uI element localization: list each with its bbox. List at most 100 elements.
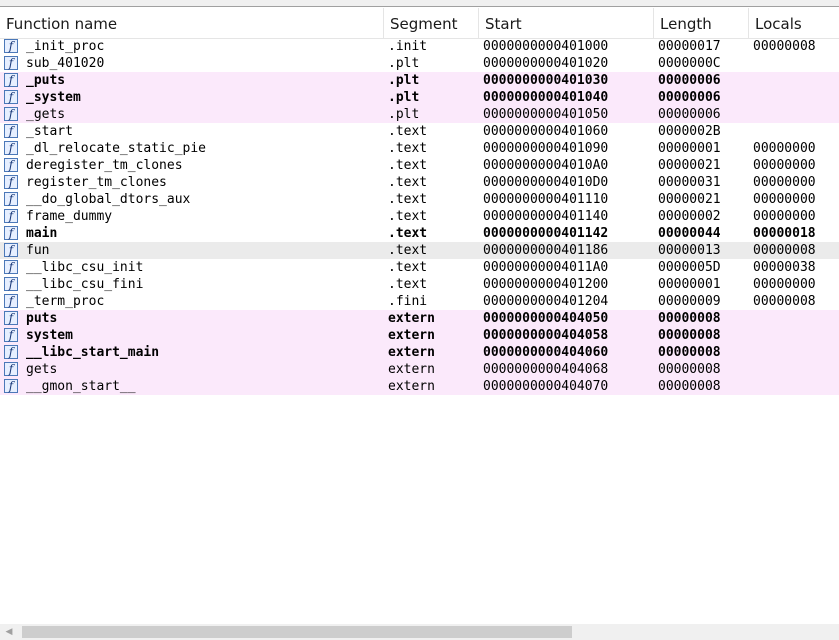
function-name-cell: _start: [26, 124, 73, 139]
table-row[interactable]: f _init_proc .init 0000000000401000 00000017…: [0, 38, 839, 55]
function-icon: f: [4, 39, 18, 53]
segment-cell: extern: [388, 362, 435, 377]
function-name-cell: _system: [26, 90, 81, 105]
segment-cell: .text: [388, 226, 428, 241]
table-row[interactable]: f _start .text 0000000000401060 0000002B: [0, 123, 839, 140]
start-address-cell: 0000000000401030: [483, 73, 609, 88]
segment-cell: .text: [388, 243, 428, 258]
start-address-cell: 0000000000401140: [483, 209, 609, 224]
table-row[interactable]: f __do_global_dtors_aux .text 0000000000401…: [0, 191, 839, 208]
function-icon: f: [4, 90, 18, 104]
length-cell: 00000044: [658, 226, 721, 241]
start-address-cell: 0000000000401050: [483, 107, 609, 122]
table-row[interactable]: f system extern 0000000000404058 00000008: [0, 327, 839, 344]
column-header-locals[interactable]: Locals: [749, 8, 839, 38]
start-address-cell: 0000000000404068: [483, 362, 609, 377]
locals-cell: 00000000: [753, 209, 816, 224]
function-icon: f: [4, 226, 18, 240]
length-cell: 00000008: [658, 362, 721, 377]
table-row[interactable]: f deregister_tm_clones .text 00000000004010…: [0, 157, 839, 174]
function-icon: f: [4, 345, 18, 359]
window-top-border: [0, 0, 839, 7]
segment-cell: .text: [388, 124, 428, 139]
locals-cell: 00000000: [753, 277, 816, 292]
function-icon: f: [4, 73, 18, 87]
function-icon: f: [4, 158, 18, 172]
segment-cell: .fini: [388, 294, 428, 309]
segment-cell: .text: [388, 192, 428, 207]
function-name-cell: _gets: [26, 107, 66, 122]
start-address-cell: 00000000004010D0: [483, 175, 609, 190]
length-cell: 00000017: [658, 39, 721, 54]
start-address-cell: 0000000000401110: [483, 192, 609, 207]
table-row[interactable]: f __gmon_start__ extern 0000000000404070 000…: [0, 378, 839, 395]
table-row[interactable]: f fun .text 0000000000401186 00000013 0000000…: [0, 242, 839, 259]
length-cell: 0000000C: [658, 56, 721, 71]
table-row[interactable]: f _term_proc .fini 0000000000401204 00000009…: [0, 293, 839, 310]
scroll-left-arrow-icon[interactable]: ◀: [0, 624, 18, 640]
table-row[interactable]: f _gets .plt 0000000000401050 00000006: [0, 106, 839, 123]
function-name-cell: __gmon_start__: [26, 379, 136, 394]
length-cell: 00000002: [658, 209, 721, 224]
table-row[interactable]: f sub_401020 .plt 0000000000401020 0000000C: [0, 55, 839, 72]
table-row[interactable]: f gets extern 0000000000404068 00000008: [0, 361, 839, 378]
column-header-segment[interactable]: Segment: [384, 8, 479, 38]
length-cell: 00000021: [658, 158, 721, 173]
length-cell: 00000008: [658, 379, 721, 394]
start-address-cell: 0000000000401040: [483, 90, 609, 105]
start-address-cell: 00000000004011A0: [483, 260, 609, 275]
segment-cell: .plt: [388, 90, 420, 105]
horizontal-scrollbar[interactable]: ◀: [0, 624, 839, 640]
function-name-cell: _puts: [26, 73, 66, 88]
length-cell: 0000002B: [658, 124, 721, 139]
function-name-cell: __do_global_dtors_aux: [26, 192, 191, 207]
function-name-cell: sub_401020: [26, 56, 105, 71]
segment-cell: .init: [388, 39, 428, 54]
start-address-cell: 0000000000401142: [483, 226, 609, 241]
length-cell: 00000013: [658, 243, 721, 258]
table-row[interactable]: f puts extern 0000000000404050 00000008: [0, 310, 839, 327]
function-icon: f: [4, 141, 18, 155]
function-name-cell: system: [26, 328, 73, 343]
table-row[interactable]: f __libc_start_main extern 0000000000404060…: [0, 344, 839, 361]
function-icon: f: [4, 311, 18, 325]
column-header-function-name[interactable]: Function name: [0, 8, 384, 38]
table-row[interactable]: f _puts .plt 0000000000401030 00000006: [0, 72, 839, 89]
function-name-cell: main: [26, 226, 58, 241]
table-row[interactable]: f _system .plt 0000000000401040 00000006: [0, 89, 839, 106]
segment-cell: .text: [388, 158, 428, 173]
length-cell: 00000008: [658, 328, 721, 343]
column-header-length[interactable]: Length: [654, 8, 749, 38]
function-icon: f: [4, 362, 18, 376]
length-cell: 0000005D: [658, 260, 721, 275]
table-row[interactable]: f register_tm_clones .text 00000000004010D0…: [0, 174, 839, 191]
length-cell: 00000006: [658, 73, 721, 88]
locals-cell: 00000018: [753, 226, 816, 241]
table-row[interactable]: f _dl_relocate_static_pie .text 00000000004…: [0, 140, 839, 157]
segment-cell: .text: [388, 277, 428, 292]
start-address-cell: 0000000000401000: [483, 39, 609, 54]
length-cell: 00000006: [658, 90, 721, 105]
table-row[interactable]: f __libc_csu_init .text 00000000004011A0 000…: [0, 259, 839, 276]
segment-cell: extern: [388, 345, 435, 360]
length-cell: 00000001: [658, 277, 721, 292]
locals-cell: 00000000: [753, 192, 816, 207]
function-icon: f: [4, 107, 18, 121]
column-header-start[interactable]: Start: [479, 8, 654, 38]
functions-list: f _init_proc .init 0000000000401000 00000017…: [0, 38, 839, 395]
locals-cell: 00000000: [753, 175, 816, 190]
start-address-cell: 0000000000404058: [483, 328, 609, 343]
table-row[interactable]: f frame_dummy .text 0000000000401140 0000000…: [0, 208, 839, 225]
scrollbar-thumb[interactable]: [22, 626, 572, 638]
table-row[interactable]: f __libc_csu_fini .text 0000000000401200 000…: [0, 276, 839, 293]
segment-cell: .text: [388, 260, 428, 275]
table-row[interactable]: f main .text 0000000000401142 00000044 000000…: [0, 225, 839, 242]
function-name-cell: __libc_start_main: [26, 345, 160, 360]
function-name-cell: _term_proc: [26, 294, 105, 309]
function-icon: f: [4, 260, 18, 274]
start-address-cell: 00000000004010A0: [483, 158, 609, 173]
start-address-cell: 0000000000401204: [483, 294, 609, 309]
function-icon: f: [4, 124, 18, 138]
length-cell: 00000009: [658, 294, 721, 309]
segment-cell: extern: [388, 311, 435, 326]
